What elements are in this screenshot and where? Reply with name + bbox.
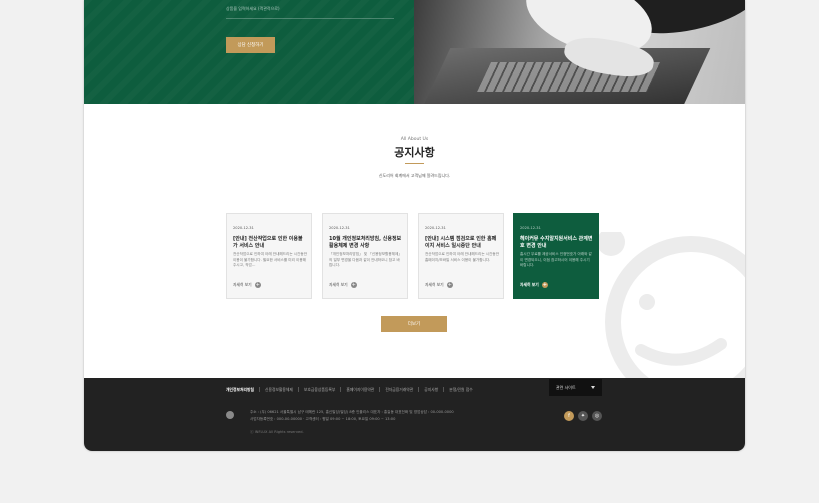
section-description: 신도리어 회계에서 고객님께 알려드립니다. (378, 173, 451, 178)
notice-date: 2020-12-31 (425, 226, 446, 230)
footer: 개인정보처리방침 신용정보활용체제 보호금융상품등록부 홈페이지이용약관 전자금… (84, 378, 745, 451)
notice-card[interactable]: 2020-12-31 [안내] 시스템 점검으로 인한 홈페이지 서비스 일시중… (418, 213, 504, 299)
footer-logo-icon (226, 411, 234, 419)
facebook-icon[interactable]: f (564, 411, 574, 421)
hero-laptop-photo (414, 0, 745, 104)
plus-circle-icon: + (446, 282, 453, 288)
notice-date: 2020-12-31 (520, 226, 541, 230)
footer-link-privacy[interactable]: 개인정보처리방침 (226, 387, 259, 392)
footer-link-e-finance[interactable]: 전자금융거래약관 (379, 386, 418, 392)
notice-date: 2020-12-31 (233, 226, 254, 230)
plus-circle-icon: + (254, 282, 261, 288)
notice-excerpt: 전산작업으로 인하여 아래 안내해드리는 시간동안 이용이 불가합니다. 필요한… (233, 252, 307, 268)
notice-more-label: 자세히 보기 (425, 282, 444, 287)
notice-card-active[interactable]: 2020-12-31 헤이커뮤 수지알지원서비스 관계변호 변경 안내 홈시간 … (513, 213, 599, 299)
notice-date: 2020-12-31 (329, 226, 350, 230)
notice-title[interactable]: [안내] 시스템 점검으로 인한 홈페이지 서비스 일시중단 안내 (425, 236, 499, 250)
family-site-label: 관련 사이트 (556, 384, 576, 390)
consult-request-button[interactable]: 상담 신청하기 (226, 37, 275, 53)
notice-more-link[interactable]: 자세히 보기 + (425, 282, 453, 288)
hero-form-panel: 상품을 입력하세요 (객관적으로) 상담 신청하기 (84, 0, 414, 104)
notice-more-link[interactable]: 자세히 보기 + (233, 282, 261, 288)
notice-excerpt: 전산작업으로 인하여 아래 안내해드리는 시간동안 홈페이지/모바일 서비스 이… (425, 252, 499, 262)
title-divider (405, 163, 424, 164)
notice-more-link[interactable]: 자세히 보기 + (329, 282, 357, 288)
section-title: 공지사항 (394, 146, 435, 159)
footer-address: 주소 : (우) 06621 서울특별시 남구 테헤란 125, 홍신빌딩(빌딩… (250, 410, 454, 414)
notice-more-label: 자세히 보기 (520, 282, 539, 287)
page-frame: 상품을 입력하세요 (객관적으로) 상담 신청하기 All About Us 공… (84, 0, 745, 451)
notice-more-label: 자세히 보기 (329, 282, 348, 287)
hero-input-hint[interactable]: 상품을 입력하세요 (객관적으로) (226, 6, 280, 12)
footer-nav: 개인정보처리방침 신용정보활용체제 보호금융상품등록부 홈페이지이용약관 전자금… (226, 386, 478, 392)
family-site-select[interactable]: 관련 사이트 (549, 379, 602, 396)
footer-link-credit[interactable]: 신용정보활용체제 (258, 386, 298, 392)
mascot-watermark-icon (597, 232, 745, 392)
notice-excerpt: 홈시간 무료를 제공서비스 인정번호가 아래와 같이 변경되오니, 이점 참고하… (520, 252, 592, 268)
section-subtitle: All About Us (400, 137, 429, 142)
load-more-button[interactable]: 더보기 (381, 316, 447, 332)
caret-down-icon (591, 386, 595, 389)
footer-link-complaints[interactable]: 분쟁/민원 접수 (443, 386, 477, 392)
notice-excerpt: 「개인정보처리방침」 및 「신용정보활용체제」 의 일부 변경을 다음과 같이 … (329, 252, 402, 268)
instagram-icon[interactable]: ◎ (592, 411, 602, 421)
notice-more-label: 자세히 보기 (233, 282, 252, 287)
hero-section: 상품을 입력하세요 (객관적으로) 상담 신청하기 (84, 0, 745, 104)
footer-business-info: 사업자등록번호 : 000-00-00000 · 고객센터 : 평일 09:00… (250, 417, 396, 421)
notice-card[interactable]: 2020-12-31 10월 개인정보처리방침, 신용정보활용체제 변경 사항 … (322, 213, 408, 299)
footer-link-notices[interactable]: 공지사항 (418, 386, 443, 392)
notice-title[interactable]: 헤이커뮤 수지알지원서비스 관계변호 변경 안내 (520, 236, 594, 250)
notice-card[interactable]: 2020-12-31 [안내] 전산작업으로 인한 이용불가 서비스 안내 전산… (226, 213, 312, 299)
plus-circle-icon: + (541, 282, 548, 288)
twitter-icon[interactable]: ✦ (578, 411, 588, 421)
notice-more-link[interactable]: 자세히 보기 + (520, 282, 548, 288)
footer-link-terms[interactable]: 홈페이지이용약관 (340, 386, 379, 392)
footer-copyright: ⓒ INFLUX All Rights reserved. (250, 430, 304, 434)
hero-input-underline (226, 18, 394, 19)
notice-title[interactable]: [안내] 전산작업으로 인한 이용불가 서비스 안내 (233, 236, 307, 250)
plus-circle-icon: + (350, 282, 357, 288)
notice-title[interactable]: 10월 개인정보처리방침, 신용정보활용체제 변경 사항 (329, 236, 403, 250)
footer-link-protected-products[interactable]: 보호금융상품등록부 (297, 386, 340, 392)
